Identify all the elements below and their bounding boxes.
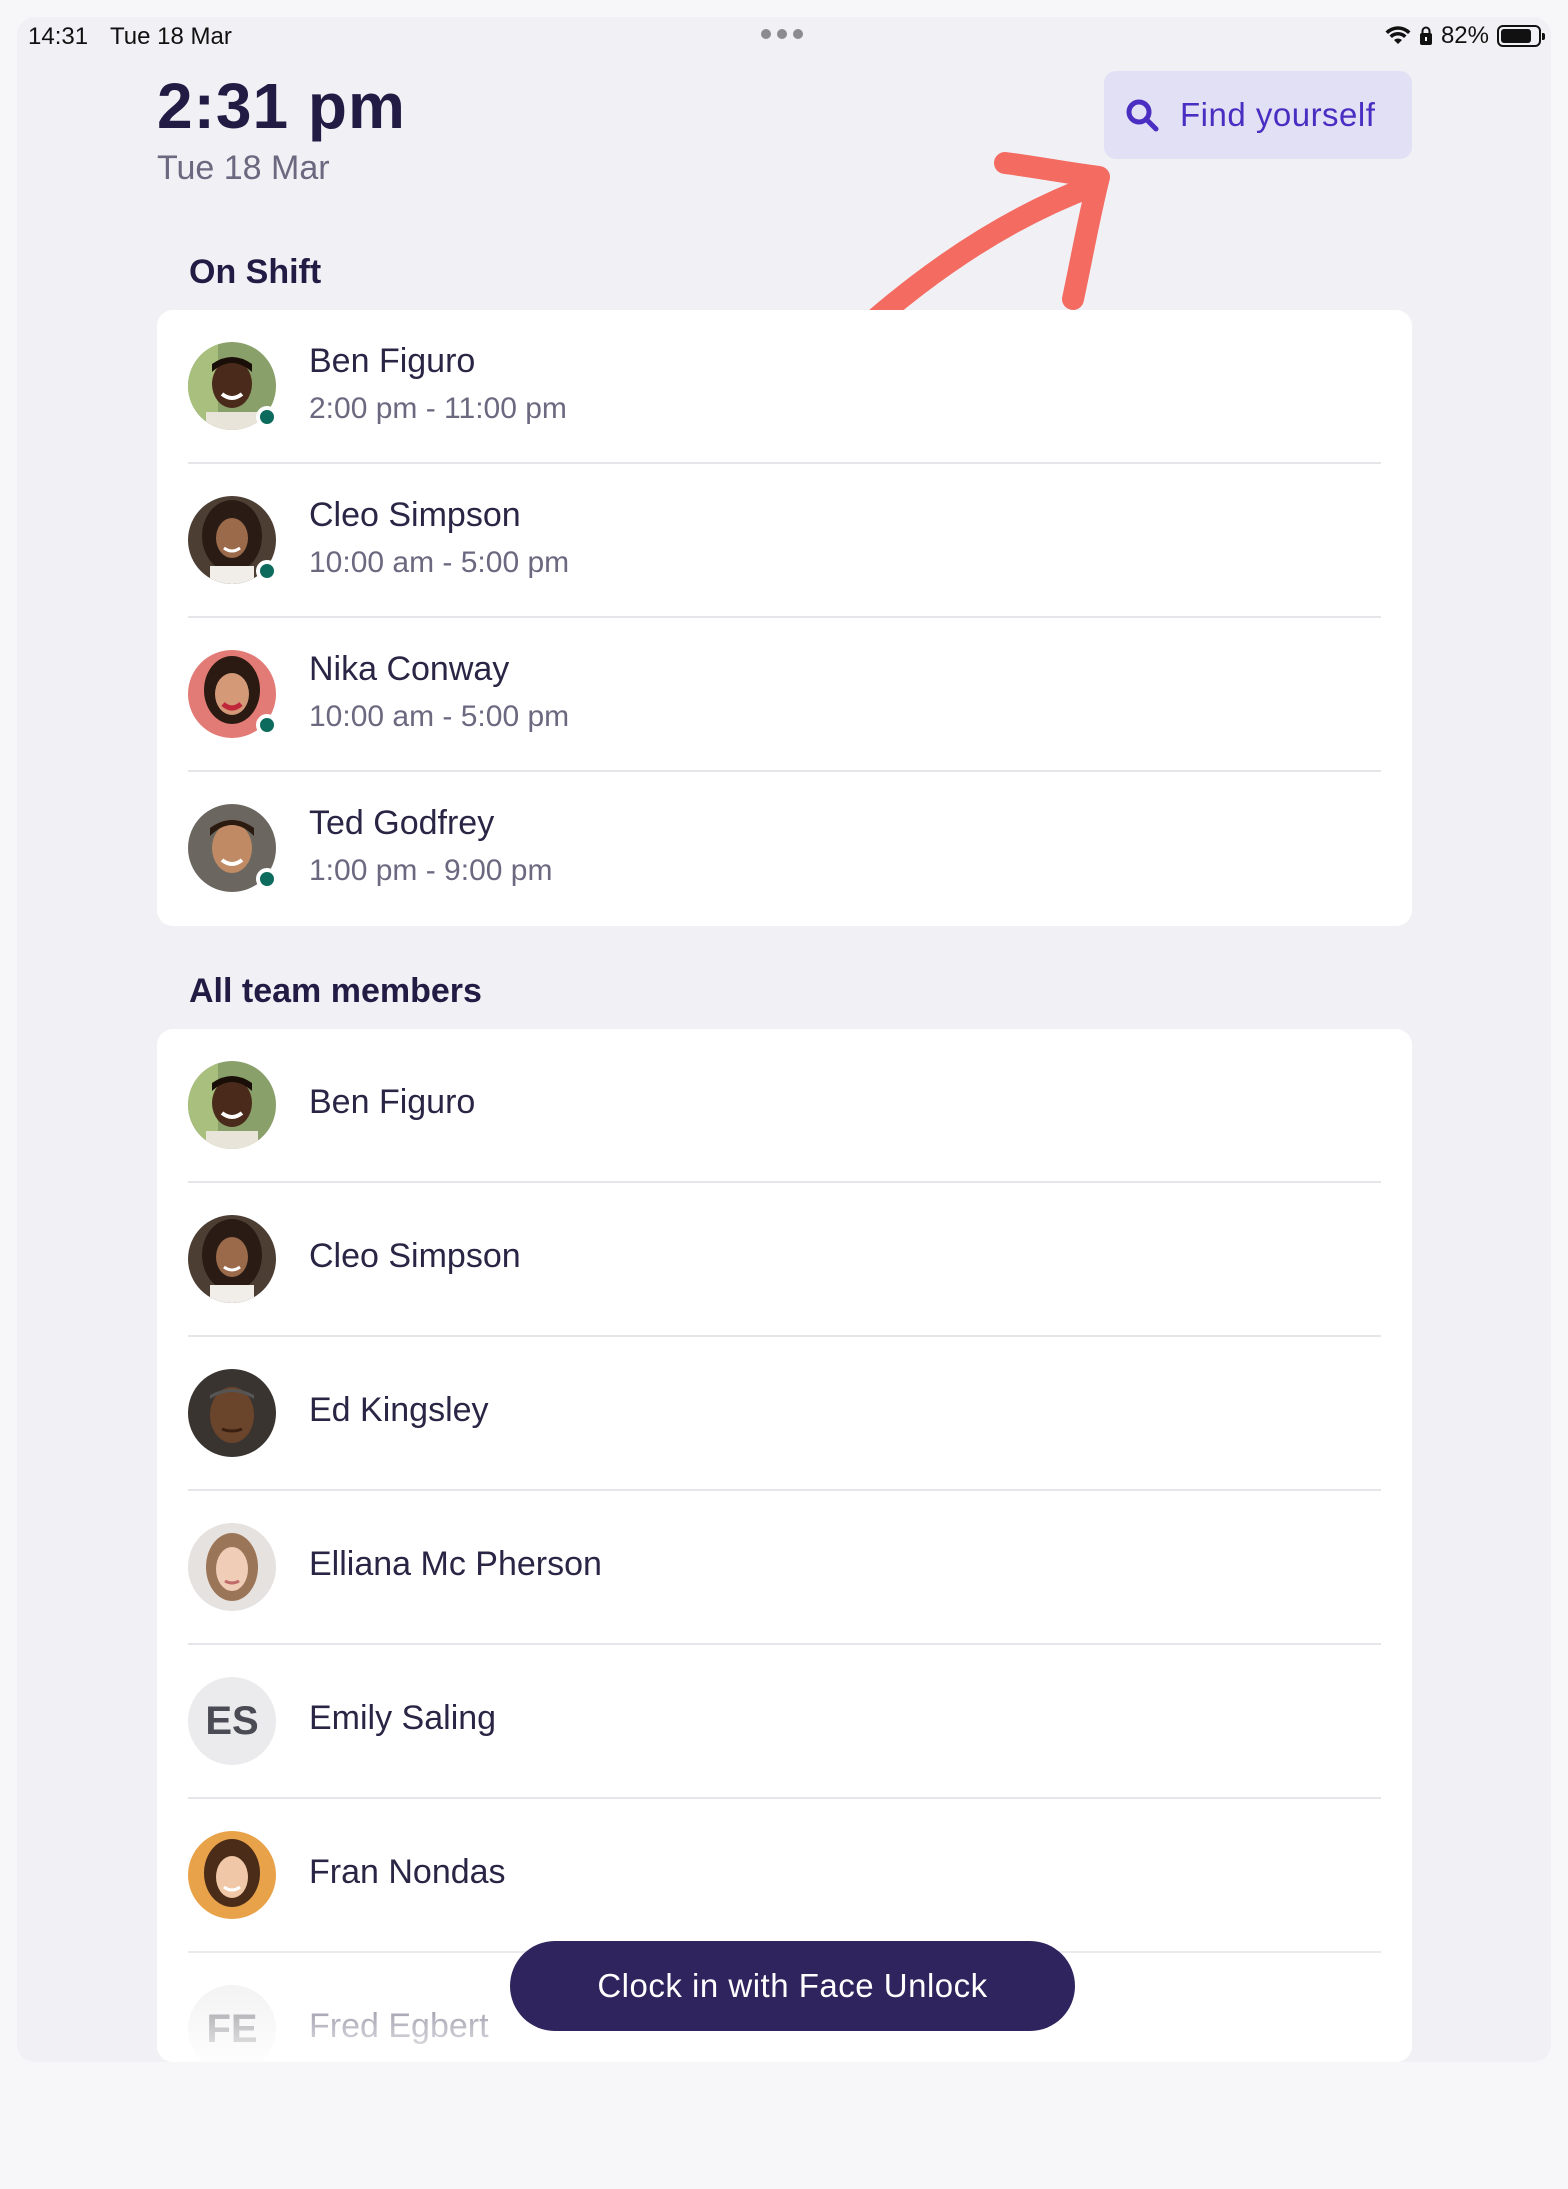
member-name: Elliana Mc Pherson: [309, 1545, 602, 1583]
online-status-dot: [256, 868, 278, 890]
avatar: [188, 1523, 276, 1611]
online-status-dot: [256, 560, 278, 582]
shift-time: 1:00 pm - 9:00 pm: [309, 854, 553, 887]
battery-percent: 82%: [1440, 22, 1489, 49]
member-row[interactable]: Elliana Mc Pherson: [157, 1491, 1412, 1645]
status-date: Tue 18 Mar: [110, 23, 232, 50]
all-members-list: Ben Figuro Cleo Simpson Ed Kingsley Elli…: [157, 1029, 1412, 2062]
clock-in-face-unlock-button[interactable]: Clock in with Face Unlock: [510, 1941, 1075, 2031]
avatar: [188, 1215, 276, 1303]
online-status-dot: [256, 714, 278, 736]
app-screen: 14:31 Tue 18 Mar 82% 2:31 pm Tue 18 Mar …: [17, 17, 1551, 2062]
online-status-dot: [256, 406, 278, 428]
member-name: Ed Kingsley: [309, 1391, 489, 1429]
member-name: Ted Godfrey: [309, 804, 495, 842]
member-name: Fred Egbert: [309, 2007, 489, 2045]
all-team-heading: All team members: [189, 972, 482, 1010]
avatar: [188, 1061, 276, 1149]
avatar: [188, 804, 278, 892]
avatar: [188, 496, 278, 584]
avatar: [188, 342, 278, 430]
find-yourself-button[interactable]: Find yourself: [1104, 71, 1412, 159]
shift-time: 10:00 am - 5:00 pm: [309, 700, 570, 733]
member-row[interactable]: Fran Nondas: [157, 1799, 1412, 1953]
on-shift-row[interactable]: Cleo Simpson 10:00 am - 5:00 pm: [157, 464, 1412, 618]
avatar: [188, 650, 278, 738]
member-name: Cleo Simpson: [309, 496, 521, 534]
on-shift-row[interactable]: Ben Figuro 2:00 pm - 11:00 pm: [157, 310, 1412, 464]
on-shift-list: Ben Figuro 2:00 pm - 11:00 pm Cleo Simps…: [157, 310, 1412, 926]
avatar: [188, 1831, 276, 1919]
avatar-initials: ES: [188, 1677, 276, 1765]
member-name: Ben Figuro: [309, 1083, 476, 1121]
on-shift-row[interactable]: Ted Godfrey 1:00 pm - 9:00 pm: [157, 772, 1412, 926]
shift-time: 10:00 am - 5:00 pm: [309, 546, 570, 579]
current-time: 2:31 pm: [157, 70, 406, 142]
lock-icon: [1419, 26, 1432, 45]
wifi-icon: [1385, 26, 1411, 44]
search-icon: [1126, 99, 1159, 132]
status-time: 14:31: [28, 23, 89, 50]
member-row[interactable]: Ben Figuro: [157, 1029, 1412, 1183]
avatar-initials: FE: [188, 1985, 276, 2062]
member-row[interactable]: Ed Kingsley: [157, 1337, 1412, 1491]
shift-time: 2:00 pm - 11:00 pm: [309, 392, 567, 425]
battery-icon: [1497, 25, 1545, 47]
on-shift-row[interactable]: Nika Conway 10:00 am - 5:00 pm: [157, 618, 1412, 772]
member-name: Ben Figuro: [309, 342, 476, 380]
find-yourself-label: Find yourself: [1180, 96, 1376, 133]
avatar: [188, 1369, 276, 1457]
member-name: Cleo Simpson: [309, 1237, 521, 1275]
member-name: Fran Nondas: [309, 1853, 506, 1891]
member-name: Emily Saling: [309, 1699, 497, 1737]
member-name: Nika Conway: [309, 650, 510, 688]
multitasking-dots-icon[interactable]: [761, 29, 803, 39]
current-date: Tue 18 Mar: [157, 149, 330, 187]
member-row[interactable]: Cleo Simpson: [157, 1183, 1412, 1337]
on-shift-heading: On Shift: [189, 253, 322, 291]
member-row[interactable]: ES Emily Saling: [157, 1645, 1412, 1799]
status-bar: 14:31 Tue 18 Mar 82%: [17, 17, 1551, 67]
status-indicators: 82%: [1385, 22, 1545, 50]
